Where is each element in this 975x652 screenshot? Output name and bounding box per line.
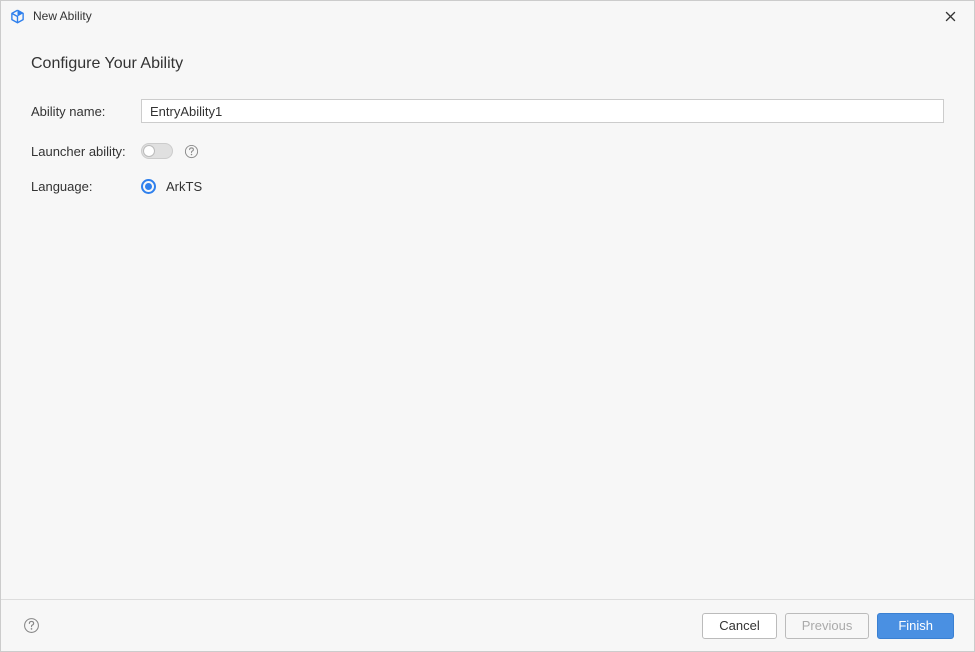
footer-help-icon[interactable] [21, 616, 41, 636]
content-area: Configure Your Ability Ability name: Lau… [1, 31, 974, 599]
new-ability-dialog: New Ability Configure Your Ability Abili… [0, 0, 975, 652]
toggle-knob [143, 145, 155, 157]
radio-dot [145, 183, 152, 190]
page-heading: Configure Your Ability [31, 55, 944, 73]
language-label: Language: [31, 179, 141, 194]
ability-name-row: Ability name: [31, 99, 944, 123]
language-row: Language: ArkTS [31, 179, 944, 194]
titlebar: New Ability [1, 1, 974, 31]
footer: Cancel Previous Finish [1, 599, 974, 651]
cancel-button[interactable]: Cancel [702, 613, 776, 639]
ability-name-label: Ability name: [31, 104, 141, 119]
launcher-ability-toggle[interactable] [141, 143, 173, 159]
ability-name-input[interactable] [141, 99, 944, 123]
help-icon[interactable] [183, 143, 199, 159]
language-option-label: ArkTS [166, 179, 202, 194]
app-icon [9, 8, 25, 24]
launcher-ability-label: Launcher ability: [31, 144, 141, 159]
close-button[interactable] [934, 1, 966, 31]
window-title: New Ability [33, 9, 934, 23]
launcher-ability-row: Launcher ability: [31, 143, 944, 159]
previous-button[interactable]: Previous [785, 613, 870, 639]
finish-button[interactable]: Finish [877, 613, 954, 639]
language-radio-arkts[interactable] [141, 179, 156, 194]
